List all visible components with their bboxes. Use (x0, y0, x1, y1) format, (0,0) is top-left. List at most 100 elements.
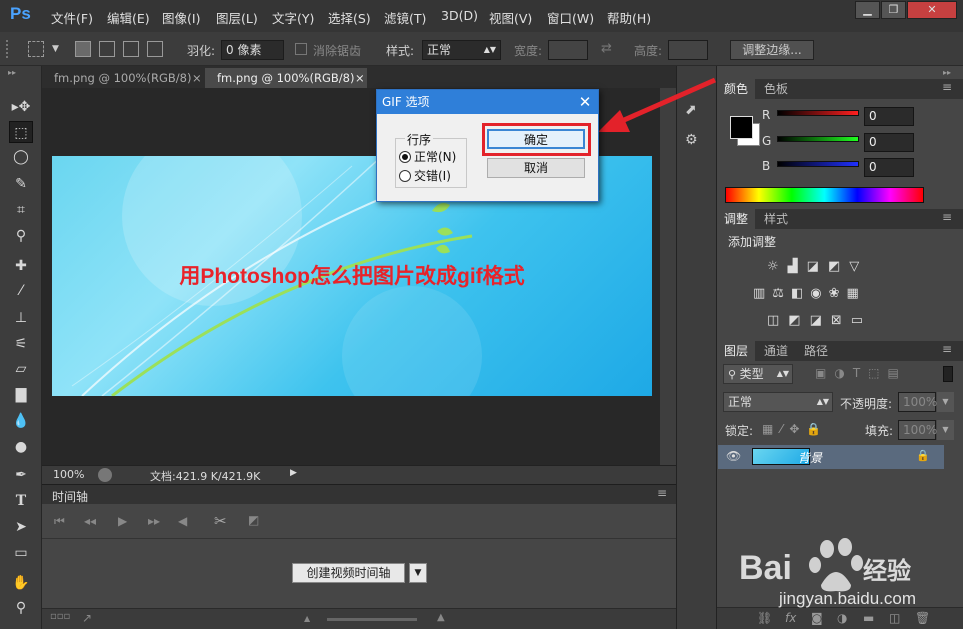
tab-color[interactable]: 颜色 (717, 79, 756, 99)
brush-tool-icon[interactable]: ⁄ (9, 280, 33, 302)
vertical-scrollbar[interactable] (660, 88, 676, 465)
menu-file[interactable]: 文件(F) (51, 8, 93, 27)
gradient-tool-icon[interactable]: ▇ (9, 384, 33, 406)
eye-icon[interactable]: 👁 (726, 449, 741, 463)
crop-tool-icon[interactable]: ⌗ (9, 199, 33, 221)
menu-edit[interactable]: 编辑(E) (107, 8, 150, 27)
fill-input[interactable]: 100% (898, 420, 937, 440)
pixel-filter-icon[interactable]: ▣ (815, 366, 834, 380)
swap-icon[interactable]: ⇄ (601, 41, 612, 56)
width-input[interactable] (548, 40, 588, 60)
zoom-out-icon[interactable]: ▲ (304, 614, 310, 623)
eyedropper-tool-icon[interactable]: ⚲ (9, 225, 33, 247)
levels-icon[interactable]: ▟ (788, 259, 807, 274)
frames-icon[interactable]: ▫▫▫ (50, 611, 70, 622)
tab-channels[interactable]: 通道 (757, 341, 795, 361)
restore-button[interactable]: ❐ (881, 1, 906, 19)
menu-layer[interactable]: 图层(L) (216, 8, 258, 27)
marquee-icon[interactable] (28, 41, 44, 57)
g-slider[interactable] (777, 136, 859, 142)
play-icon[interactable]: ▶ (118, 514, 127, 528)
first-frame-icon[interactable]: ⏮ (54, 514, 65, 529)
lock-all-icon[interactable]: 🔒 (806, 422, 828, 436)
scissors-icon[interactable]: ✂ (214, 512, 227, 530)
create-video-timeline-button[interactable]: 创建视频时间轴 (292, 563, 405, 583)
lookup-icon[interactable]: ▦ (847, 286, 866, 301)
tab-swatches[interactable]: 色板 (757, 79, 795, 99)
menu-select[interactable]: 选择(S) (328, 8, 371, 27)
feather-input[interactable]: 0 像素 (221, 40, 284, 60)
g-input[interactable]: 0 (864, 133, 914, 152)
refine-edge-button[interactable]: 调整边缘... (730, 40, 814, 60)
zoom-level[interactable]: 100% (53, 468, 84, 481)
collapse-icon[interactable]: ▸▸ (8, 68, 16, 77)
hand-tool-icon[interactable]: ✋ (9, 572, 33, 594)
b-input[interactable]: 0 (864, 158, 914, 177)
pen-tool-icon[interactable]: ✒ (9, 464, 33, 486)
adjust-filter-icon[interactable]: ◑ (834, 366, 852, 380)
tab-paths[interactable]: 路径 (797, 341, 835, 361)
radio-interlaced-indicator[interactable] (399, 170, 411, 182)
path-select-tool-icon[interactable]: ➤ (9, 516, 33, 538)
radio-normal-indicator[interactable] (399, 151, 411, 163)
panel-menu-icon[interactable]: ≡ (942, 80, 952, 94)
antialias-checkbox[interactable] (295, 43, 307, 55)
close-button[interactable]: ✕ (907, 1, 957, 19)
posterize-icon[interactable]: ◩ (788, 313, 809, 328)
foreground-color-swatch[interactable] (730, 116, 753, 139)
zoom-slider[interactable] (327, 618, 417, 621)
curves-icon[interactable]: ◪ (807, 259, 828, 274)
smart-filter-icon[interactable]: ▤ (888, 366, 907, 380)
opacity-input[interactable]: 100% (898, 392, 937, 412)
eraser-tool-icon[interactable]: ▱ (9, 358, 33, 380)
type-tool-icon[interactable]: T (9, 490, 33, 512)
next-frame-icon[interactable]: ▸▸ (148, 514, 160, 528)
menu-image[interactable]: 图像(I) (162, 8, 200, 27)
zoom-tool-icon[interactable]: ⚲ (9, 597, 33, 619)
threshold-icon[interactable]: ◪ (810, 313, 831, 328)
menu-type[interactable]: 文字(Y) (272, 8, 314, 27)
prev-frame-icon[interactable]: ◂◂ (84, 514, 96, 528)
intersect-selection-icon[interactable] (147, 41, 163, 57)
balance-icon[interactable]: ⚖ (772, 286, 791, 301)
style-select[interactable]: 正常 ▲▼ (422, 40, 501, 60)
subtract-selection-icon[interactable] (123, 41, 139, 57)
color-spectrum-bar[interactable] (725, 187, 924, 203)
close-icon[interactable]: × (355, 68, 365, 88)
invert-icon[interactable]: ◫ (767, 313, 788, 328)
vibrance-icon[interactable]: ▽ (849, 259, 868, 274)
panel-menu-icon[interactable]: ≡ (942, 210, 952, 224)
lock-move-icon[interactable]: ✥ (789, 422, 806, 436)
cancel-button[interactable]: 取消 (487, 158, 585, 178)
zoom-in-icon[interactable]: ▲ (437, 612, 445, 623)
shape-filter-icon[interactable]: ⬚ (868, 366, 887, 380)
hue-icon[interactable]: ▥ (753, 286, 772, 301)
panel-menu-icon[interactable]: ≡ (942, 342, 952, 356)
menu-filter[interactable]: 滤镜(T) (384, 8, 426, 27)
menu-window[interactable]: 窗口(W) (547, 8, 594, 27)
layer-row[interactable]: 👁 背景 🔒 (718, 445, 944, 469)
mixer-icon[interactable]: ❀ (829, 286, 847, 301)
menu-help[interactable]: 帮助(H) (607, 8, 651, 27)
add-selection-icon[interactable] (99, 41, 115, 57)
doc-tab-1[interactable]: fm.png @ 100%(RGB/8) × (42, 68, 205, 88)
menu-view[interactable]: 视图(V) (489, 8, 532, 27)
lock-pixels-icon[interactable]: ▦ (762, 422, 780, 436)
exposure-icon[interactable]: ◩ (828, 259, 849, 274)
convert-icon[interactable]: ↗ (82, 611, 92, 625)
bw-icon[interactable]: ◧ (791, 286, 810, 301)
radio-interlaced[interactable]: 交错(I) (399, 167, 451, 184)
minimize-button[interactable]: ▁ (855, 1, 880, 19)
tab-styles[interactable]: 样式 (757, 209, 795, 229)
collapse-icon[interactable]: ▸▸ (943, 68, 951, 77)
blend-mode-select[interactable]: 正常 ▲▼ (723, 392, 833, 412)
gradient-map-icon[interactable]: ▭ (851, 313, 872, 328)
marquee-tool-icon[interactable]: ⬚ (9, 121, 33, 143)
menu-3d[interactable]: 3D(D) (441, 8, 478, 23)
dodge-tool-icon[interactable]: ● (9, 436, 33, 458)
panel-menu-icon[interactable]: ≡ (657, 486, 667, 500)
layer-filter-select[interactable]: ⚲ 类型 ▲▼ (723, 364, 793, 384)
doc-tab-2[interactable]: fm.png @ 100%(RGB/8) × (205, 68, 367, 88)
quick-select-tool-icon[interactable]: ✎ (9, 173, 33, 195)
close-icon[interactable]: × (192, 68, 202, 88)
